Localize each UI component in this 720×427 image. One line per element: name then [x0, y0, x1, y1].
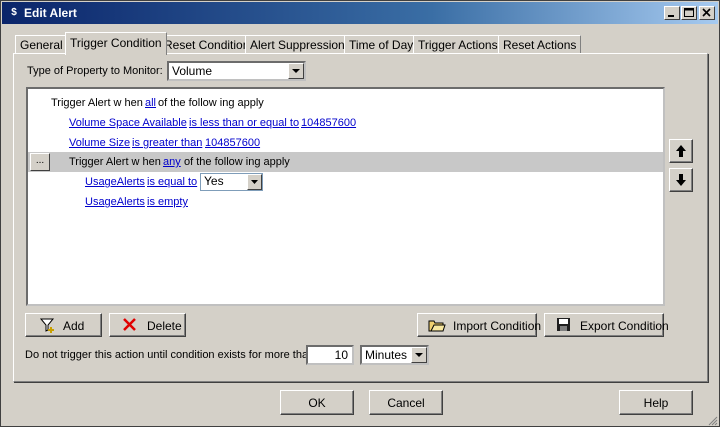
property-select[interactable]: Volume: [167, 61, 306, 81]
condition-row: UsageAlerts is empty: [28, 192, 663, 212]
root-quantifier-link[interactable]: all: [145, 97, 156, 109]
import-condition-label: Import Condition: [453, 319, 542, 333]
condition-tree: Trigger Alert w hen all of the follow in…: [26, 87, 665, 306]
cond4-field-link[interactable]: UsageAlerts: [85, 196, 145, 208]
delete-button[interactable]: Delete: [109, 313, 186, 337]
window-title: Edit Alert: [24, 6, 77, 20]
app-icon: $: [11, 7, 17, 18]
add-filter-icon: [40, 318, 55, 333]
chevron-down-icon[interactable]: [288, 63, 304, 79]
group-row[interactable]: ... Trigger Alert w hen any of the follo…: [28, 152, 663, 172]
root-prefix: Trigger Alert w hen: [51, 97, 143, 109]
move-up-button[interactable]: [669, 139, 693, 163]
resize-grip-icon[interactable]: [706, 414, 718, 426]
export-condition-button[interactable]: Export Condition: [544, 313, 669, 337]
condition-row: Volume Space Available is less than or e…: [28, 113, 663, 133]
duration-unit-value: Minutes: [365, 348, 408, 362]
add-button[interactable]: Add: [25, 313, 102, 337]
move-up-icon: [676, 145, 686, 157]
condition-row: Volume Size is greater than 104857600: [28, 133, 663, 153]
cond1-operator-link[interactable]: is less than or equal to: [189, 117, 299, 129]
close-button[interactable]: [699, 6, 715, 20]
help-button[interactable]: Help: [619, 390, 693, 415]
maximize-button[interactable]: [681, 6, 697, 20]
cond2-field-link[interactable]: Volume Size: [69, 137, 130, 149]
duration-input[interactable]: 10: [306, 345, 354, 365]
duration-label: Do not trigger this action until conditi…: [25, 349, 315, 361]
chevron-down-icon[interactable]: [247, 174, 262, 190]
cond3-operator-link[interactable]: is equal to: [147, 176, 197, 188]
cond2-value-link[interactable]: 104857600: [205, 137, 260, 149]
tab-time-of-day[interactable]: Time of Day: [344, 35, 419, 54]
cond4-operator-link[interactable]: is empty: [147, 196, 188, 208]
add-label: Add: [63, 319, 85, 333]
cond1-value-link[interactable]: 104857600: [301, 117, 356, 129]
edit-alert-window: $ Edit Alert General Trigger Condition R…: [0, 0, 720, 427]
move-down-icon: [676, 174, 686, 186]
group-quantifier-link[interactable]: any: [163, 156, 181, 168]
cancel-button[interactable]: Cancel: [369, 390, 443, 415]
export-condition-label: Export Condition: [580, 319, 669, 333]
property-label: Type of Property to Monitor:: [27, 65, 163, 77]
group-options-button[interactable]: ...: [30, 153, 50, 171]
ok-label: OK: [308, 396, 326, 410]
root-suffix: of the follow ing apply: [158, 97, 264, 109]
tab-trigger-condition[interactable]: Trigger Condition: [65, 32, 167, 55]
group-suffix: of the follow ing apply: [184, 156, 290, 168]
tab-trigger-actions[interactable]: Trigger Actions: [413, 35, 503, 54]
maximize-icon: [684, 8, 694, 17]
cond2-operator-link[interactable]: is greater than: [132, 137, 202, 149]
tab-general[interactable]: General: [15, 35, 68, 54]
minimize-icon: [668, 15, 674, 17]
minimize-button[interactable]: [664, 6, 680, 20]
close-icon: [702, 8, 711, 17]
tab-alert-suppression[interactable]: Alert Suppression: [245, 35, 350, 54]
condition-row: UsageAlerts is equal to Yes: [28, 172, 663, 192]
move-down-button[interactable]: [669, 168, 693, 192]
tab-reset-actions[interactable]: Reset Actions: [498, 35, 582, 54]
group-prefix: Trigger Alert w hen: [69, 156, 161, 168]
tab-reset-condition[interactable]: Reset Condition: [159, 35, 255, 54]
cond3-value: Yes: [204, 174, 224, 188]
delete-icon: [123, 318, 136, 331]
delete-label: Delete: [147, 319, 182, 333]
save-disk-icon: [557, 318, 570, 331]
cond3-value-select[interactable]: Yes: [200, 173, 263, 191]
help-label: Help: [643, 396, 669, 410]
import-folder-icon: [428, 320, 446, 332]
property-value: Volume: [172, 64, 213, 78]
ok-button[interactable]: OK: [280, 390, 354, 415]
cond1-field-link[interactable]: Volume Space Available: [69, 117, 187, 129]
cancel-label: Cancel: [387, 396, 425, 410]
chevron-down-icon[interactable]: [411, 347, 427, 363]
tree-root-row: Trigger Alert w hen all of the follow in…: [28, 93, 663, 113]
import-condition-button[interactable]: Import Condition: [417, 313, 541, 337]
cond3-field-link[interactable]: UsageAlerts: [85, 176, 145, 188]
title-bar: $ Edit Alert: [2, 2, 718, 24]
duration-unit-select[interactable]: Minutes: [360, 345, 429, 365]
